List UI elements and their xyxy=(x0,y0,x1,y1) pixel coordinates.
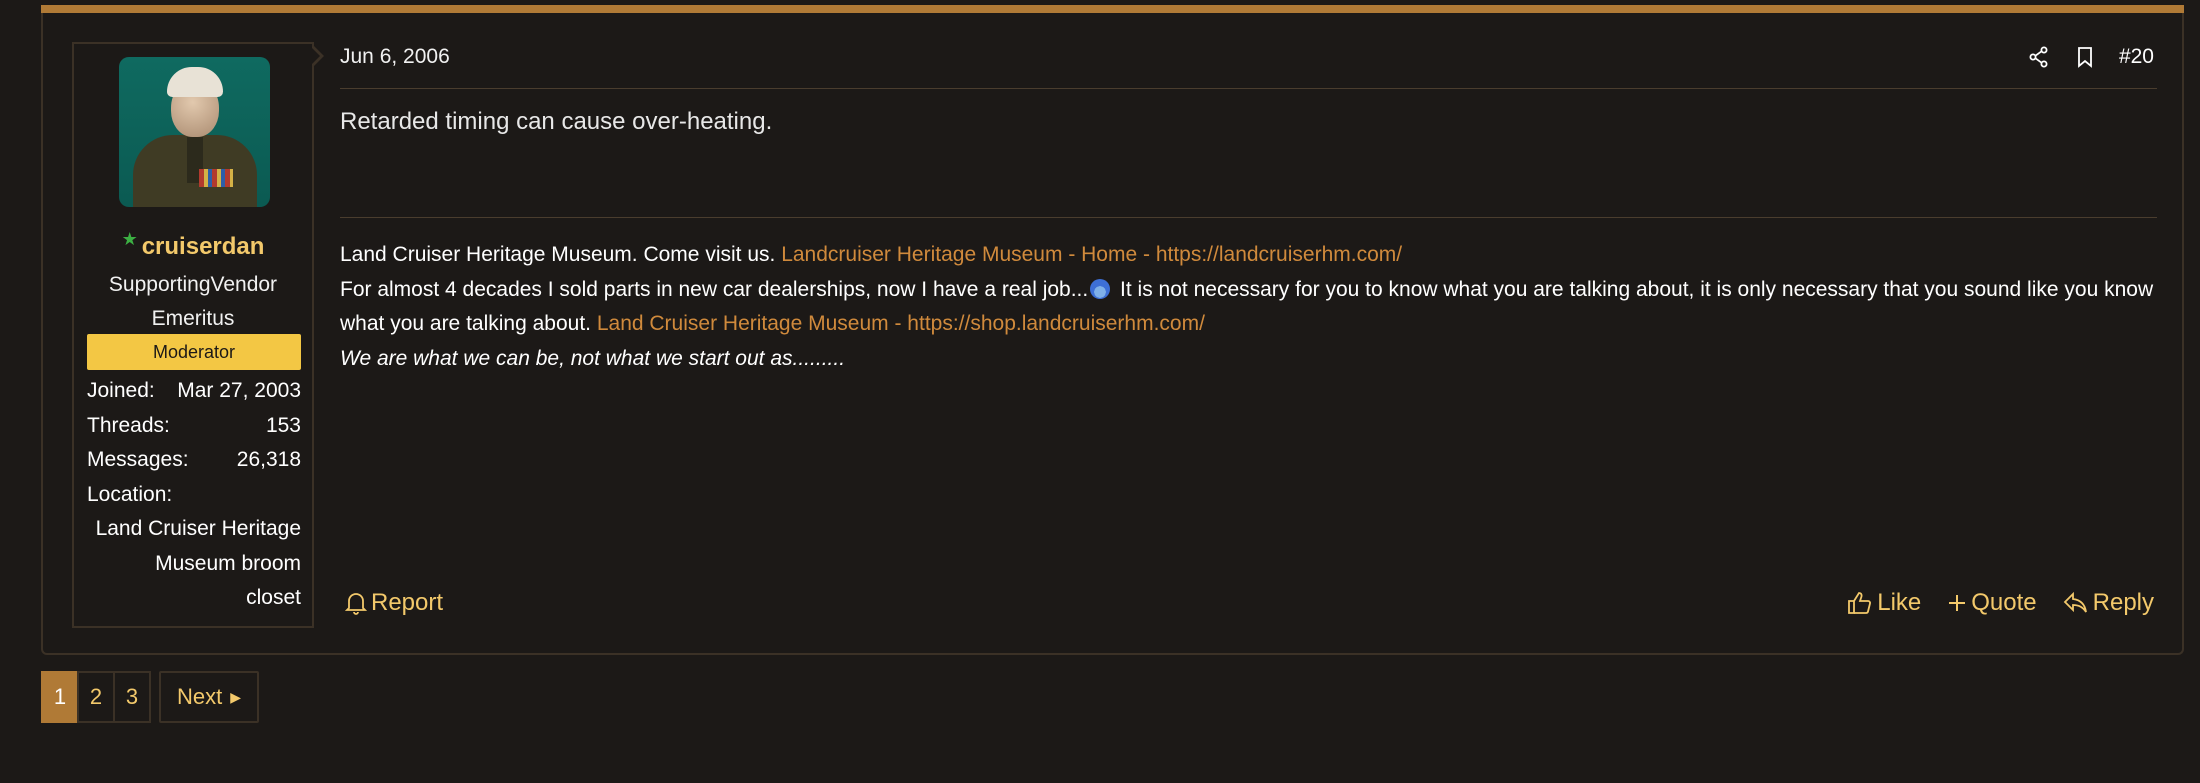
reply-icon xyxy=(2063,591,2087,613)
next-page-button[interactable]: Next ▶ xyxy=(159,671,260,723)
post-accent-bar xyxy=(41,5,2184,13)
plus-icon xyxy=(1949,595,1966,611)
caret-right-icon: ▶ xyxy=(230,688,242,705)
stat-messages: Messages: 26,318 xyxy=(87,443,301,478)
user-stats: Joined: Mar 27, 2003 Threads: 153 Messag… xyxy=(87,374,301,512)
share-icon[interactable] xyxy=(2027,45,2051,69)
star-icon: ★ xyxy=(121,229,138,249)
signature-line-1: Land Cruiser Heritage Museum. Come visit… xyxy=(340,238,2160,273)
signature-divider xyxy=(340,217,2157,218)
location-line: Museum broom xyxy=(155,551,301,575)
bell-icon xyxy=(345,593,367,615)
signature-quote: We are what we can be, not what we start… xyxy=(340,346,846,370)
signature-text: For almost 4 decades I sold parts in new… xyxy=(340,277,1089,301)
report-label: Report xyxy=(371,589,444,616)
signature-line-2: For almost 4 decades I sold parts in new… xyxy=(340,273,2160,342)
reply-button[interactable]: Reply xyxy=(2063,589,2154,617)
page-1-button[interactable]: 1 xyxy=(41,671,79,723)
username[interactable]: ★ cruiserdan xyxy=(74,229,312,261)
moderator-badge: Moderator xyxy=(87,334,301,370)
reply-label: Reply xyxy=(2092,589,2154,616)
post-date[interactable]: Jun 6, 2006 xyxy=(340,45,450,69)
avatar[interactable] xyxy=(119,57,270,207)
stat-label: Location: xyxy=(87,482,173,506)
user-title-line: Emeritus xyxy=(151,307,235,330)
stat-value: Mar 27, 2003 xyxy=(177,379,301,402)
quote-button[interactable]: Quote xyxy=(1947,589,2037,617)
stat-value: 153 xyxy=(265,413,301,437)
location-line: Land Cruiser Heritage xyxy=(95,517,301,540)
post-footer-actions: Like Quote Reply xyxy=(1821,589,2154,617)
post-message: Retarded timing can cause over-heating. xyxy=(340,108,773,135)
stat-label: Messages: xyxy=(87,448,189,471)
stat-label: Joined: xyxy=(87,379,155,402)
location-value: Land Cruiser Heritage Museum broom close… xyxy=(87,512,301,616)
report-button[interactable]: Report xyxy=(345,589,443,617)
stat-value: 26,318 xyxy=(236,448,301,471)
user-panel-arrow xyxy=(310,44,324,68)
post-header-actions: #20 xyxy=(2005,45,2154,69)
post-container: ★ cruiserdan SupportingVendor Emeritus Mo… xyxy=(41,5,2184,655)
stat-label: Threads: xyxy=(87,413,170,437)
pagination: 1 2 3 Next ▶ xyxy=(41,671,260,723)
user-panel: ★ cruiserdan SupportingVendor Emeritus Mo… xyxy=(72,42,324,628)
post-number[interactable]: #20 xyxy=(2119,45,2154,69)
quote-label: Quote xyxy=(1971,589,2037,616)
next-label: Next xyxy=(177,684,223,709)
stat-location: Location: xyxy=(87,478,301,513)
header-divider xyxy=(340,88,2157,89)
username-text[interactable]: cruiserdan xyxy=(142,233,265,260)
museum-shop-link[interactable]: Land Cruiser Heritage Museum - https://s… xyxy=(597,312,1205,335)
stat-threads: Threads: 153 xyxy=(87,409,301,444)
bookmark-icon[interactable] xyxy=(2073,45,2097,69)
signature-text: Land Cruiser Heritage Museum. Come visit… xyxy=(340,243,776,266)
page-2-button[interactable]: 2 xyxy=(77,671,115,723)
like-button[interactable]: Like xyxy=(1847,589,1921,617)
grin-emoji-icon xyxy=(1090,278,1111,299)
like-label: Like xyxy=(1877,589,1922,616)
museum-home-link[interactable]: Landcruiser Heritage Museum - Home - htt… xyxy=(781,243,1402,266)
page-3-button[interactable]: 3 xyxy=(113,671,151,723)
signature: Land Cruiser Heritage Museum. Come visit… xyxy=(340,238,2160,376)
user-title-line: SupportingVendor xyxy=(108,273,278,296)
user-title: SupportingVendor Emeritus xyxy=(74,268,312,336)
location-line: closet xyxy=(246,586,301,609)
thumbs-up-icon xyxy=(1848,592,1872,614)
stat-joined: Joined: Mar 27, 2003 xyxy=(87,374,301,409)
